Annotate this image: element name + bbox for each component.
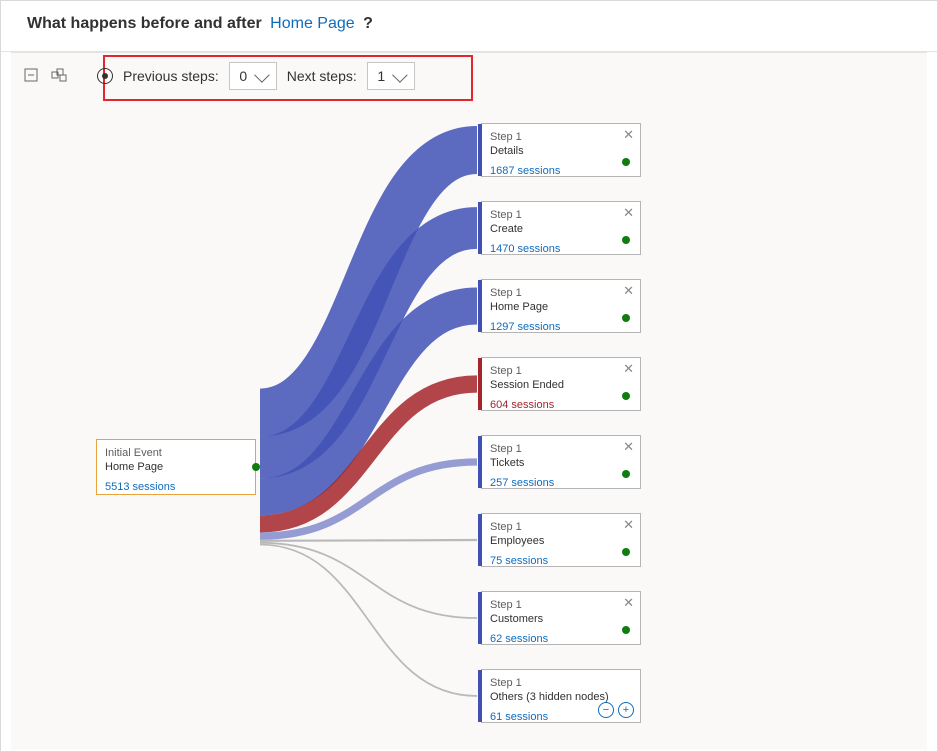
node-sessions[interactable]: 1297 sessions [482, 317, 640, 339]
step-node[interactable]: Step 1Session Ended604 sessions✕ [481, 357, 641, 411]
prev-steps-value: 0 [239, 68, 247, 84]
node-sessions[interactable]: 1687 sessions [482, 161, 640, 183]
next-steps-label: Next steps: [287, 68, 357, 84]
node-name: Customers [490, 612, 632, 626]
node-name: Session Ended [490, 378, 632, 392]
node-sessions[interactable]: 5513 sessions [97, 477, 255, 499]
step-node[interactable]: Step 1Home Page1297 sessions✕ [481, 279, 641, 333]
node-bar [478, 592, 482, 644]
header-prefix: What happens before and after [27, 15, 262, 32]
node-name: Home Page [105, 460, 247, 474]
node-title: Step 1 [490, 520, 632, 534]
node-sessions[interactable]: 604 sessions [482, 395, 640, 417]
step-node[interactable]: Step 1Others (3 hidden nodes)61 sessions… [481, 669, 641, 723]
node-sessions[interactable]: 257 sessions [482, 473, 640, 495]
node-sessions[interactable]: 75 sessions [482, 551, 640, 573]
node-dot-icon [622, 314, 630, 322]
node-bar [478, 202, 482, 254]
node-sessions[interactable]: 1470 sessions [482, 239, 640, 261]
step-node[interactable]: Step 1Tickets257 sessions✕ [481, 435, 641, 489]
node-dot-icon [622, 470, 630, 478]
node-title: Step 1 [490, 364, 632, 378]
node-dot-icon [622, 236, 630, 244]
layout-icon[interactable] [51, 67, 67, 86]
node-name: Create [490, 222, 632, 236]
node-title: Step 1 [490, 208, 632, 222]
prev-steps-select[interactable]: 0 [229, 62, 277, 90]
node-name: Tickets [490, 456, 632, 470]
node-title: Initial Event [105, 446, 247, 460]
flow-links [11, 99, 927, 750]
node-bar [478, 358, 482, 410]
node-title: Step 1 [490, 130, 632, 144]
node-dot-icon [622, 392, 630, 400]
node-bar [478, 280, 482, 332]
initial-event-node[interactable]: Initial EventHome Page5513 sessions [96, 439, 256, 495]
close-icon[interactable]: ✕ [623, 518, 634, 531]
close-icon[interactable]: ✕ [623, 362, 634, 375]
node-title: Step 1 [490, 598, 632, 612]
close-icon[interactable]: ✕ [623, 440, 634, 453]
chevron-down-icon [392, 67, 408, 83]
node-dot-icon [622, 158, 630, 166]
collapse-all-icon[interactable] [23, 67, 39, 86]
node-name: Employees [490, 534, 632, 548]
node-bar [478, 670, 482, 722]
node-name: Home Page [490, 300, 632, 314]
close-icon[interactable]: ✕ [623, 128, 634, 141]
next-steps-select[interactable]: 1 [367, 62, 415, 90]
node-sessions[interactable]: 62 sessions [482, 629, 640, 651]
collapse-icon[interactable]: − [598, 702, 614, 718]
close-icon[interactable]: ✕ [623, 596, 634, 609]
step-node[interactable]: Step 1Create1470 sessions✕ [481, 201, 641, 255]
close-icon[interactable]: ✕ [623, 206, 634, 219]
node-title: Step 1 [490, 286, 632, 300]
node-bar [478, 514, 482, 566]
next-steps-value: 1 [377, 68, 385, 84]
node-title: Step 1 [490, 442, 632, 456]
expand-icon[interactable]: + [618, 702, 634, 718]
node-name: Details [490, 144, 632, 158]
node-dot-icon [622, 548, 630, 556]
prev-steps-label: Previous steps: [123, 68, 219, 84]
radio-icon[interactable] [97, 68, 113, 84]
node-bar [478, 436, 482, 488]
toolbar: Previous steps: 0 Next steps: 1 [11, 53, 927, 99]
node-dot-icon [622, 626, 630, 634]
close-icon[interactable]: ✕ [623, 284, 634, 297]
step-node[interactable]: Step 1Employees75 sessions✕ [481, 513, 641, 567]
header-suffix: ? [363, 15, 373, 32]
node-dot-icon [252, 463, 260, 471]
chevron-down-icon [254, 67, 270, 83]
step-node[interactable]: Step 1Details1687 sessions✕ [481, 123, 641, 177]
event-link[interactable]: Home Page [270, 15, 355, 32]
page-title: What happens before and after Home Page … [1, 1, 937, 52]
node-bar [478, 124, 482, 176]
step-node[interactable]: Step 1Customers62 sessions✕ [481, 591, 641, 645]
node-title: Step 1 [490, 676, 632, 690]
